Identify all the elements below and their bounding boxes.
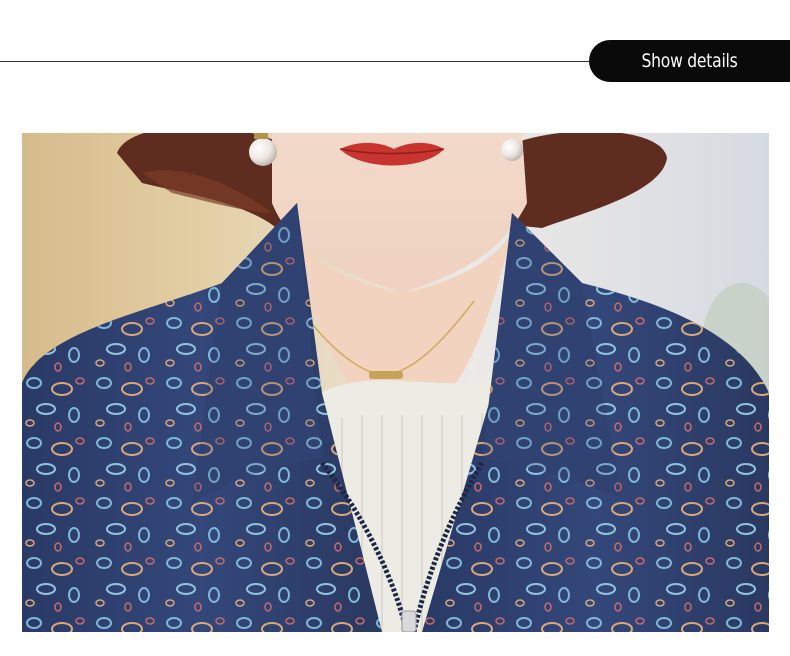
- show-details-tab[interactable]: Show details: [589, 40, 790, 82]
- jacket-photo-illustration: [22, 133, 769, 632]
- show-details-label: Show details: [641, 50, 738, 72]
- product-photo: [22, 133, 769, 632]
- product-detail-page: Show details: [0, 0, 790, 656]
- header-divider: [0, 61, 600, 62]
